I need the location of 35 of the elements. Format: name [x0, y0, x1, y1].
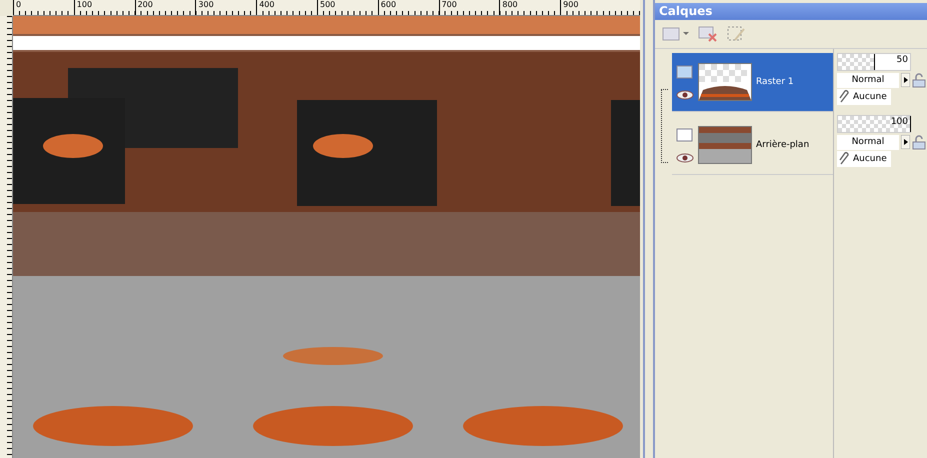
ruler-label: 800	[499, 0, 560, 15]
layer-thumbnail	[698, 126, 752, 164]
paperclip-icon	[839, 152, 851, 166]
ruler-label: 200	[134, 0, 196, 15]
ruler-label: 600	[378, 0, 439, 15]
ruler-label: 700	[438, 0, 500, 15]
opacity-value: 50	[896, 55, 908, 65]
mask-button[interactable]: Aucune	[837, 151, 891, 167]
opacity-slider[interactable]: 100	[837, 115, 911, 133]
dropdown-arrow-icon[interactable]	[901, 73, 910, 87]
eye-icon[interactable]	[676, 90, 694, 100]
ruler-label: 500	[316, 0, 378, 15]
layer-row[interactable]: Raster 1	[672, 53, 833, 112]
blend-mode-dropdown[interactable]: Normal	[837, 72, 899, 88]
mask-button[interactable]: Aucune	[837, 89, 891, 105]
paperclip-icon	[839, 90, 851, 104]
ruler-label: 300	[195, 0, 256, 15]
blend-mode-dropdown[interactable]: Normal	[837, 134, 899, 150]
ruler-label: 400	[256, 0, 317, 15]
dropdown-arrow-icon[interactable]	[901, 135, 910, 149]
opacity-slider[interactable]: 50	[837, 53, 911, 71]
panel-title: Calques	[655, 3, 927, 20]
layer-type-icon	[676, 64, 694, 80]
opacity-value: 100	[890, 117, 908, 127]
ruler-label: 0	[13, 0, 74, 15]
layer-name: Raster 1	[756, 77, 794, 87]
layer-thumbnail	[698, 63, 752, 101]
layer-row[interactable]: Arrière-plan	[672, 116, 833, 175]
layer-name: Arrière-plan	[756, 140, 810, 150]
eye-icon[interactable]	[676, 153, 694, 163]
delete-layer-icon[interactable]	[697, 24, 719, 44]
window-splitter[interactable]	[643, 0, 655, 458]
ruler-label: 900	[560, 0, 621, 15]
layer-type-icon	[676, 127, 694, 143]
ruler-label: 100	[74, 0, 135, 15]
